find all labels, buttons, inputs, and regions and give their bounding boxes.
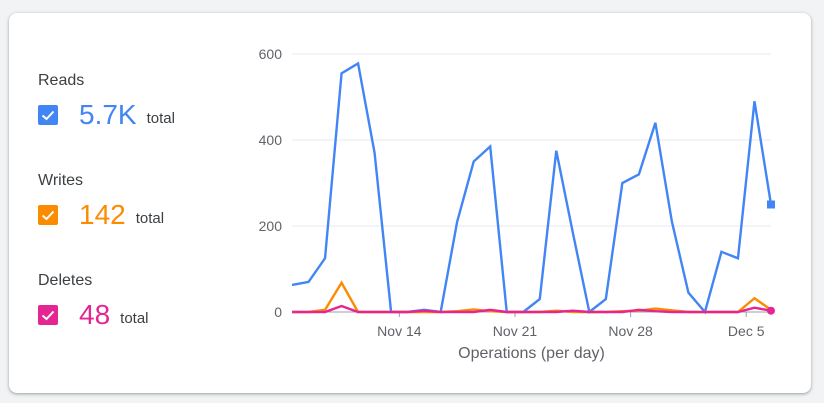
x-tick-label: Nov 21 (493, 323, 538, 339)
operations-chart: 0 200 400 600 Nov 14 Nov 21 Nov 28 Dec 5 Operati… (259, 46, 775, 362)
x-tick-label: Nov 28 (608, 323, 653, 339)
series-line-reads (291, 61, 773, 315)
x-axis-title: Operations (per day) (458, 345, 605, 362)
x-tick-label: Nov 14 (377, 323, 422, 339)
series-end-marker-reads (767, 200, 775, 209)
y-tick-label: 600 (259, 46, 283, 62)
x-tick-label: Dec 5 (728, 323, 765, 339)
y-tick-label: 200 (259, 218, 283, 234)
series-end-marker-deletes (767, 306, 775, 315)
operations-card: Reads 5.7K total Writes 142 total Delete… (9, 13, 811, 393)
y-tick-label: 0 (274, 304, 282, 320)
series-line-writes (292, 280, 772, 314)
y-tick-label: 400 (259, 132, 283, 148)
